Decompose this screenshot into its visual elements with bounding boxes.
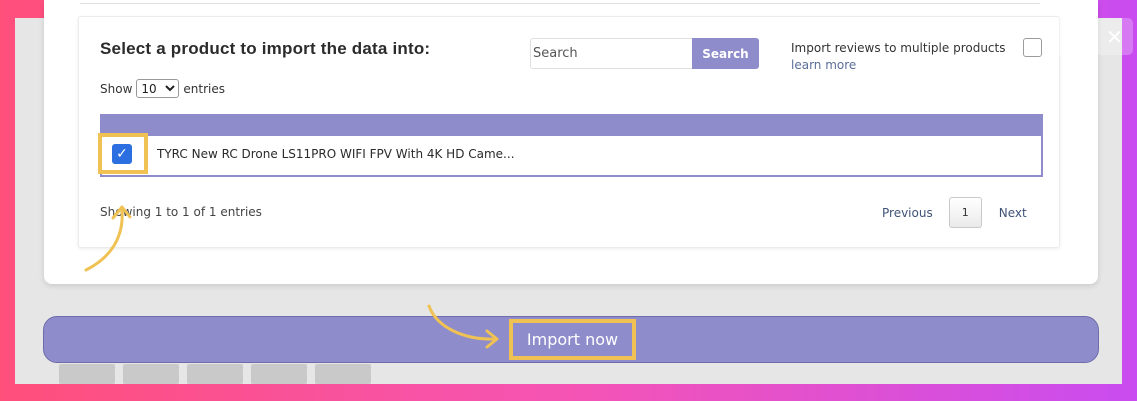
show-label: Show [100,81,133,96]
next-button[interactable]: Next [999,206,1027,220]
annotation-arrow-right [427,304,499,349]
import-reviews-checkbox[interactable] [1023,38,1042,57]
expand-icon[interactable]: ⤢ [1052,18,1089,55]
pagination: Previous 1 Next [882,197,1027,228]
panel-title: Select a product to import the data into… [100,39,431,58]
product-checkbox[interactable]: ✓ [112,144,132,164]
search-button[interactable]: Search [692,38,759,69]
previous-button[interactable]: Previous [882,206,933,220]
product-title: TYRC New RC Drone LS11PRO WIFI FPV With … [157,147,515,161]
entries-select[interactable]: 10 [136,79,180,98]
close-icon[interactable]: ✕ [1096,18,1133,55]
products-table: ✓ TYRC New RC Drone LS11PRO WIFI FPV Wit… [98,114,1043,177]
background-thumbnails [59,364,371,384]
learn-more-link[interactable]: learn more [791,58,856,72]
annotation-arrow-up [84,205,132,272]
modal-top-divider [80,0,1040,4]
import-reviews-label: Import reviews to multiple products [791,41,1006,55]
entries-length-control: Show 10 entries [100,79,225,98]
page-1-button[interactable]: 1 [948,197,982,228]
checkbox-highlight: ✓ [98,133,148,174]
import-modal: Select a product to import the data into… [44,0,1098,284]
import-now-button[interactable]: Import now [509,319,636,360]
table-header [102,114,1041,136]
product-select-panel: Select a product to import the data into… [78,16,1060,248]
table-row[interactable]: ✓ TYRC New RC Drone LS11PRO WIFI FPV Wit… [98,133,1041,175]
entries-label: entries [183,81,225,96]
search-input[interactable] [530,38,692,69]
